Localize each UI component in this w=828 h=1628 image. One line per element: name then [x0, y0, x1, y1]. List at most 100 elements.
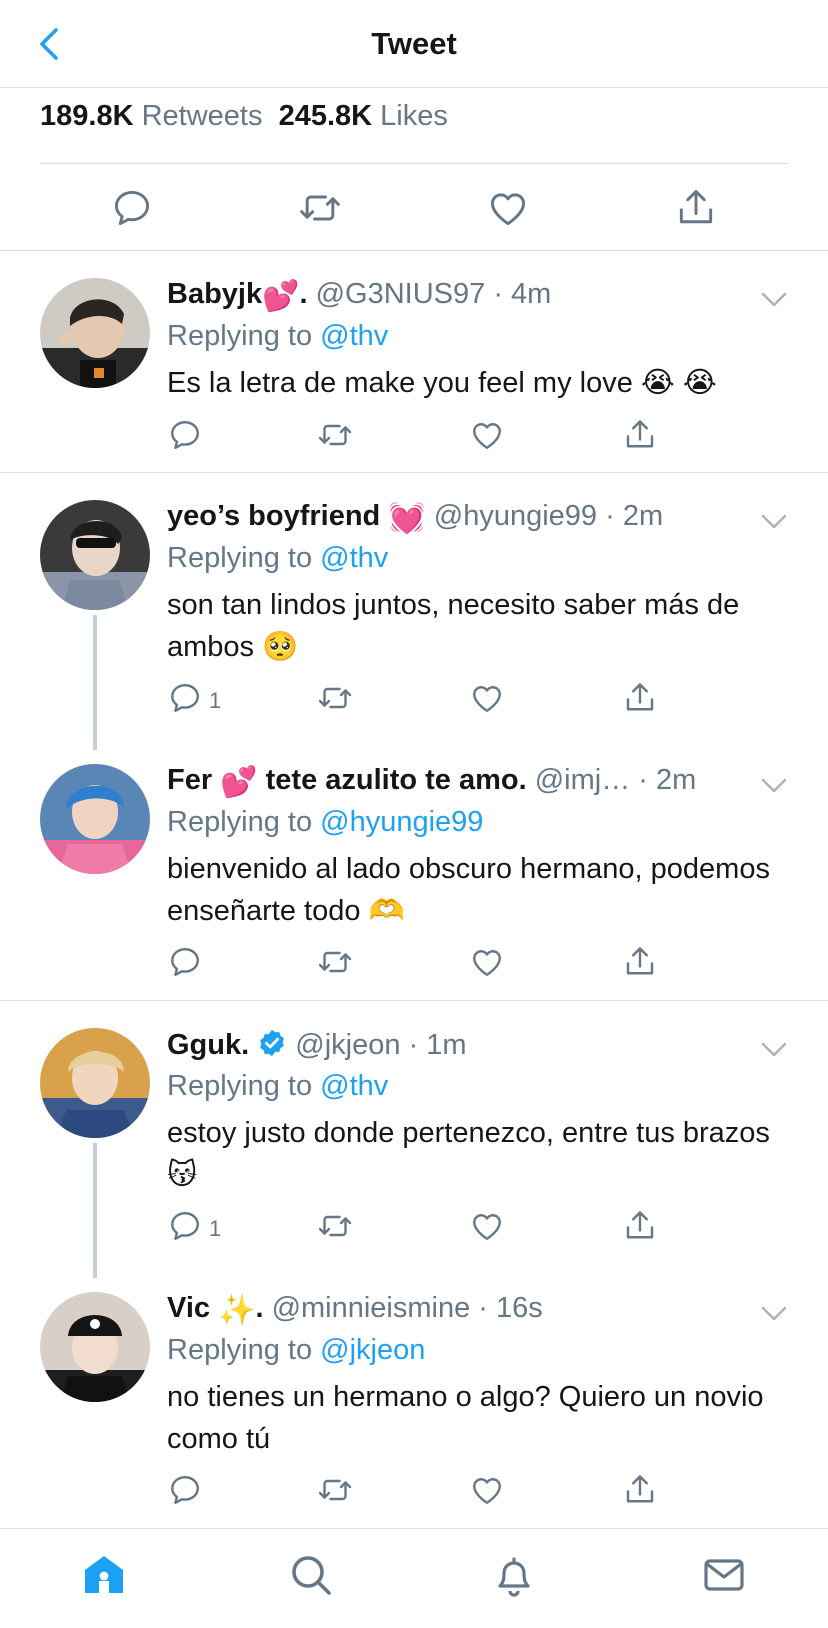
avatar[interactable] — [40, 1292, 150, 1402]
reply-text: bienvenido al lado obscuro hermano, pode… — [167, 853, 770, 927]
display-name[interactable]: Fer — [167, 764, 212, 796]
reply-count: 1 — [209, 688, 222, 713]
reply-item[interactable]: Gguk. @jkjeon · 1m Replying to @thv esto… — [0, 1022, 828, 1262]
divider — [0, 1000, 828, 1001]
share-icon[interactable] — [622, 944, 658, 980]
like-icon[interactable] — [469, 680, 505, 716]
name-emoji: 💕 — [262, 280, 300, 312]
tab-bar — [0, 1528, 828, 1628]
reply-actions: 1 — [167, 680, 667, 720]
replying-to: Replying to @jkjeon — [167, 1334, 425, 1367]
reply-header: Gguk. @jkjeon · 1m — [167, 1028, 757, 1066]
reply-item[interactable]: yeo’s boyfriend 💓 @hyungie99 · 2m Replyi… — [0, 494, 828, 734]
divider — [0, 250, 828, 251]
reply-icon[interactable] — [167, 417, 203, 453]
divider — [0, 472, 828, 473]
reply-header: Babyjk💕. @G3NIUS97 · 4m — [167, 278, 552, 312]
reply-icon[interactable]: 1 — [167, 680, 221, 716]
likes-label[interactable]: Likes — [380, 100, 448, 132]
display-name[interactable]: Vic — [167, 1292, 210, 1324]
timestamp: 4m — [511, 278, 552, 310]
reply-text: estoy justo donde pertenezco, entre tus … — [167, 1117, 770, 1191]
reply-icon[interactable]: 1 — [167, 1208, 221, 1244]
chevron-down-icon[interactable] — [760, 776, 788, 796]
display-name-suffix: . — [255, 1292, 264, 1324]
reply-actions — [167, 944, 667, 984]
avatar[interactable] — [40, 1028, 150, 1138]
verified-badge-icon — [257, 1028, 287, 1066]
retweet-icon[interactable] — [317, 944, 353, 980]
reply-icon[interactable] — [110, 186, 154, 230]
display-name[interactable]: Babyjk — [167, 278, 262, 310]
page-title: Tweet — [371, 26, 457, 61]
handle[interactable]: @jkjeon — [295, 1029, 400, 1061]
reply-header: Fer 💕 tete azulito te amo. @imj… · 2m — [167, 764, 697, 798]
likes-count[interactable]: 245.8K — [279, 100, 373, 132]
replying-to: Replying to @thv — [167, 542, 388, 575]
notifications-icon[interactable] — [490, 1551, 538, 1599]
like-icon[interactable] — [486, 186, 530, 230]
handle[interactable]: @hyungie99 — [434, 500, 597, 532]
replying-to: Replying to @thv — [167, 1070, 388, 1103]
chevron-down-icon[interactable] — [760, 512, 788, 532]
top-bar: Tweet — [0, 0, 828, 88]
reply-item[interactable]: Vic ✨. @minnieismine · 16s Replying to @… — [0, 1286, 828, 1526]
display-name[interactable]: yeo’s boyfriend — [167, 500, 380, 532]
avatar[interactable] — [40, 278, 150, 388]
share-icon[interactable] — [622, 1208, 658, 1244]
like-icon[interactable] — [469, 1208, 505, 1244]
like-icon[interactable] — [469, 417, 505, 453]
replying-to: Replying to @hyungie99 — [167, 806, 483, 839]
reply-item[interactable]: Babyjk💕. @G3NIUS97 · 4m Replying to @thv… — [0, 272, 828, 472]
reply-actions: 1 — [167, 1208, 667, 1248]
avatar[interactable] — [40, 764, 150, 874]
home-icon[interactable] — [80, 1551, 128, 1599]
share-icon[interactable] — [622, 680, 658, 716]
like-icon[interactable] — [469, 944, 505, 980]
chevron-down-icon[interactable] — [760, 290, 788, 310]
retweet-icon[interactable] — [317, 1208, 353, 1244]
reply-item[interactable]: Fer 💕 tete azulito te amo. @imj… · 2m Re… — [0, 758, 828, 998]
retweet-icon[interactable] — [317, 1472, 353, 1508]
reply-icon[interactable] — [167, 1472, 203, 1508]
retweet-icon[interactable] — [298, 186, 342, 230]
retweets-label[interactable]: Retweets — [142, 100, 263, 132]
timestamp: 16s — [496, 1292, 543, 1324]
display-name[interactable]: Gguk. — [167, 1029, 249, 1061]
handle[interactable]: @imj… — [535, 764, 630, 796]
replying-to-link[interactable]: @hyungie99 — [320, 806, 483, 838]
reply-header: yeo’s boyfriend 💓 @hyungie99 · 2m — [167, 500, 664, 534]
share-icon[interactable] — [622, 1472, 658, 1508]
avatar[interactable] — [40, 500, 150, 610]
reply-icon[interactable] — [167, 944, 203, 980]
replying-label: Replying to — [167, 806, 313, 838]
reply-text: no tienes un hermano o algo? Quiero un n… — [167, 1381, 764, 1455]
timestamp: 2m — [622, 500, 664, 532]
reply-actions — [167, 1472, 667, 1512]
retweets-count[interactable]: 189.8K — [40, 100, 134, 132]
display-name-suffix: . — [299, 278, 308, 310]
search-icon[interactable] — [287, 1551, 335, 1599]
share-icon[interactable] — [674, 186, 718, 230]
reply-text: son tan lindos juntos, necesito saber má… — [167, 589, 740, 663]
handle[interactable]: @G3NIUS97 — [316, 278, 486, 310]
replying-to-link[interactable]: @thv — [320, 542, 388, 574]
replying-to: Replying to @thv — [167, 320, 388, 353]
chevron-down-icon[interactable] — [760, 1304, 788, 1324]
replying-to-link[interactable]: @jkjeon — [320, 1334, 425, 1366]
replying-to-link[interactable]: @thv — [320, 320, 388, 352]
reply-count: 1 — [209, 1216, 222, 1241]
tweet-actions — [0, 180, 828, 236]
handle[interactable]: @minnieismine — [272, 1292, 471, 1324]
replying-to-link[interactable]: @thv — [320, 1070, 388, 1102]
replying-label: Replying to — [167, 320, 313, 352]
retweet-icon[interactable] — [317, 417, 353, 453]
retweet-icon[interactable] — [317, 680, 353, 716]
chevron-down-icon[interactable] — [760, 1040, 788, 1060]
divider — [40, 163, 788, 164]
like-icon[interactable] — [469, 1472, 505, 1508]
messages-icon[interactable] — [700, 1551, 748, 1599]
share-icon[interactable] — [622, 417, 658, 453]
replying-label: Replying to — [167, 1334, 313, 1366]
timestamp: 1m — [426, 1029, 467, 1061]
